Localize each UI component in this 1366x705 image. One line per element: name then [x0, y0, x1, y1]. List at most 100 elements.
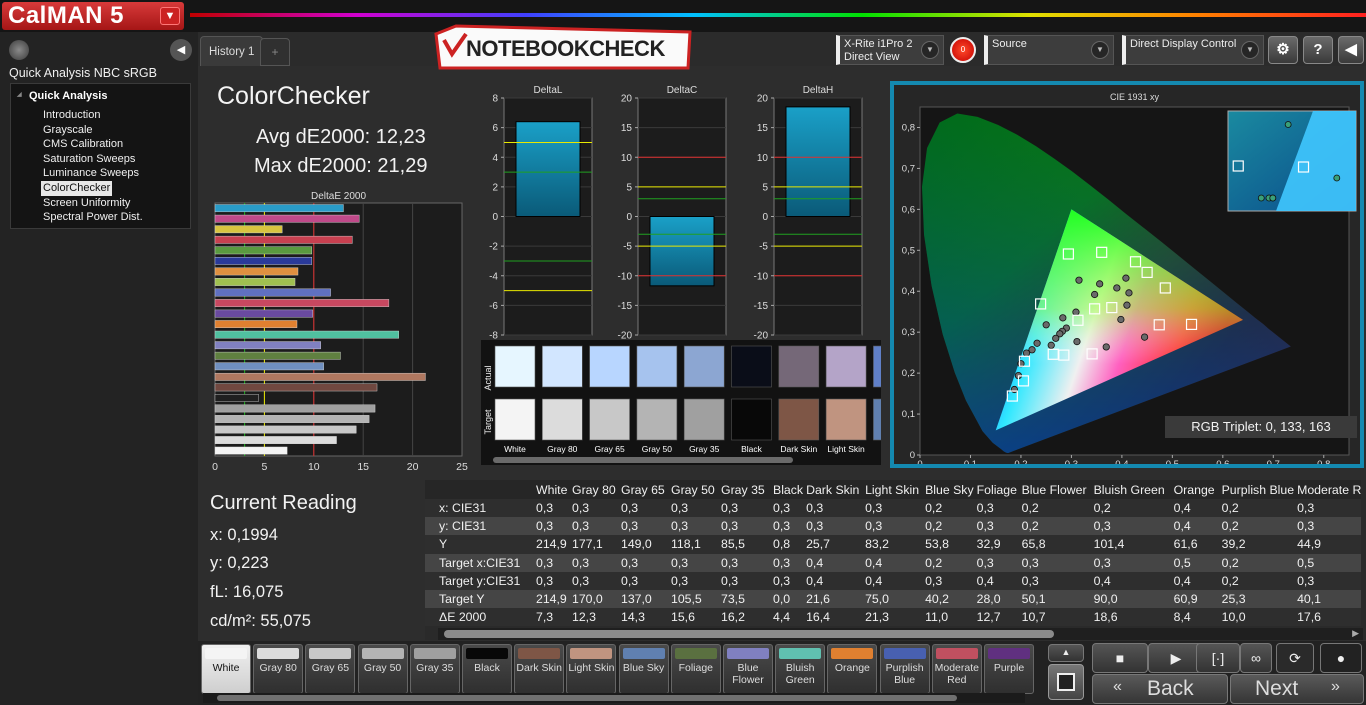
column-header[interactable]: Blue Sky — [922, 480, 974, 499]
loop-button[interactable]: ∞ — [1240, 643, 1272, 673]
column-header[interactable]: Gray 80 — [569, 480, 618, 499]
row-header: Target y:CIE31 — [425, 571, 533, 590]
column-header[interactable]: Blue Flower — [1019, 480, 1091, 499]
column-header[interactable]: Dark Skin — [803, 480, 862, 499]
column-header[interactable]: Black — [770, 480, 803, 499]
table-cell: 101,4 — [1090, 535, 1171, 554]
meter-selector[interactable]: X-Rite i1Pro 2 Direct View ▼ — [836, 35, 944, 65]
column-header[interactable]: Gray 35 — [718, 480, 770, 499]
chevron-right-icon[interactable]: ▶ — [1352, 628, 1359, 639]
collapse-panel-icon[interactable]: ◀ — [170, 39, 192, 61]
patch-button[interactable]: Gray 50 — [357, 644, 408, 694]
add-tab-button[interactable]: + — [260, 38, 290, 66]
table-cell: 0,4 — [803, 571, 863, 590]
row-header: ΔE 2000 — [425, 608, 533, 627]
cie-x-tick-label: 0,3 — [1065, 459, 1078, 464]
actual-row-label: Actual — [483, 365, 493, 390]
table-cell: 214,9 — [533, 535, 569, 554]
deltal-tick-label: -6 — [489, 301, 498, 312]
patch-button[interactable]: Orange — [827, 644, 878, 694]
patch-scrollbar[interactable] — [203, 693, 1025, 703]
tree-root-quick-analysis[interactable]: Quick Analysis — [17, 90, 190, 105]
meter-read-button[interactable]: 0 — [950, 37, 976, 63]
next-button[interactable]: Next » — [1230, 674, 1364, 704]
stop-measurement-button[interactable] — [1048, 664, 1084, 700]
cie-1931-panel[interactable]: CIE 1931 xy 0 0,1 0,2 0,3 0,4 0,5 0,6 0,7 0,8 0,8 0… — [890, 81, 1364, 468]
rainbow-divider — [190, 13, 1366, 17]
patch-color-chip — [779, 648, 822, 659]
patch-button[interactable]: Purplish Blue — [879, 644, 930, 694]
patch-button[interactable]: Moderate Red — [931, 644, 982, 694]
deltah-tick-label: -5 — [759, 242, 768, 253]
chevron-down-icon[interactable]: ▼ — [160, 7, 180, 25]
refresh-button[interactable]: ⟳ — [1276, 643, 1314, 673]
table-corner — [425, 480, 533, 499]
deltae-bar — [214, 351, 341, 360]
table-cell: 0,3 — [718, 517, 770, 536]
table-cell: 0,3 — [718, 499, 770, 518]
help-button[interactable]: ? — [1303, 36, 1333, 64]
column-header[interactable]: Bluish Green — [1091, 480, 1171, 499]
patch-button[interactable]: Dark Skin — [514, 644, 565, 694]
measured-point — [1072, 308, 1080, 316]
patch-button[interactable]: Black — [462, 644, 512, 694]
deltae-bar — [214, 425, 357, 434]
deltae-bar — [214, 267, 299, 276]
table-cell: 0,3 — [1090, 553, 1171, 572]
column-header[interactable]: Orange — [1171, 480, 1219, 499]
column-header[interactable]: Foliage — [974, 480, 1019, 499]
patch-color-chip — [674, 648, 717, 659]
patch-color-chip — [257, 648, 300, 659]
tab-history-1[interactable]: History 1 — [200, 36, 264, 66]
patch-button[interactable]: Purple — [984, 644, 1034, 694]
max-de2000: Max dE2000: 21,29 — [254, 155, 428, 177]
back-button[interactable]: « Back — [1092, 674, 1228, 704]
table-cell: 137,0 — [618, 589, 668, 609]
table-cell: 0,3 — [569, 553, 618, 572]
patch-button[interactable]: Gray 65 — [305, 644, 356, 694]
table-scrollbar[interactable]: ▶ — [438, 628, 1363, 640]
table-scrollbar-thumb[interactable] — [444, 630, 1054, 638]
patch-button[interactable]: Foliage — [670, 644, 721, 694]
table-cell: 0,2 — [1218, 571, 1295, 590]
patch-button[interactable]: Gray 80 — [253, 644, 304, 694]
column-header[interactable]: Gray 65 — [618, 480, 668, 499]
patch-button[interactable]: White — [201, 644, 251, 694]
measured-point — [1075, 276, 1083, 284]
stop-button[interactable]: ■ — [1092, 643, 1148, 673]
tree-item-spectral-power[interactable]: Spectral Power Dist. — [41, 210, 145, 225]
column-header[interactable]: Moderate R — [1294, 480, 1361, 499]
column-header[interactable]: White — [533, 480, 569, 499]
step-button[interactable]: [·] — [1196, 643, 1240, 673]
source-selector[interactable]: Source ▼ — [984, 35, 1114, 65]
patch-scrollbar-thumb[interactable] — [217, 695, 957, 701]
swatch-label: Gray 80 — [547, 444, 578, 454]
patch-button[interactable]: Light Skin — [566, 644, 617, 694]
patch-button[interactable]: Blue Flower — [723, 644, 773, 694]
chevron-down-icon[interactable]: ▼ — [1091, 41, 1109, 59]
column-header[interactable]: Light Skin — [862, 480, 922, 499]
chevron-down-icon[interactable]: ▼ — [921, 41, 939, 59]
column-header[interactable]: Gray 50 — [668, 480, 718, 499]
app-logo-menu[interactable]: CalMAN 5 ▼ — [2, 2, 184, 30]
table-cell: 0,3 — [1294, 517, 1362, 536]
actual-swatch — [589, 345, 630, 388]
settings-button[interactable]: ⚙ — [1268, 36, 1298, 64]
notebookcheck-text: NOTEBOOKCHECK — [466, 36, 665, 61]
deltal-tick-label: 4 — [492, 153, 498, 164]
patch-button[interactable]: Bluish Green — [775, 644, 826, 694]
chevron-down-icon[interactable]: ▼ — [1241, 41, 1259, 59]
column-header[interactable]: Purplish Blue — [1219, 480, 1294, 499]
patch-button[interactable]: Blue Sky — [618, 644, 669, 694]
patch-label: Dark Skin — [516, 662, 562, 674]
display-control-selector[interactable]: Direct Display Control ▼ — [1122, 35, 1264, 65]
patch-button[interactable]: Gray 35 — [409, 644, 460, 694]
record-button[interactable]: ● — [1320, 643, 1362, 673]
record-icon[interactable] — [9, 40, 29, 60]
table-cell: 0,3 — [668, 553, 718, 572]
patch-label: Gray 80 — [259, 662, 297, 674]
scroll-up-button[interactable]: ▲ — [1048, 644, 1084, 662]
cie-x-tick-label: 0,7 — [1267, 459, 1280, 464]
panel-back-button[interactable]: ◀ — [1338, 36, 1364, 64]
patch-color-chip — [935, 648, 978, 659]
